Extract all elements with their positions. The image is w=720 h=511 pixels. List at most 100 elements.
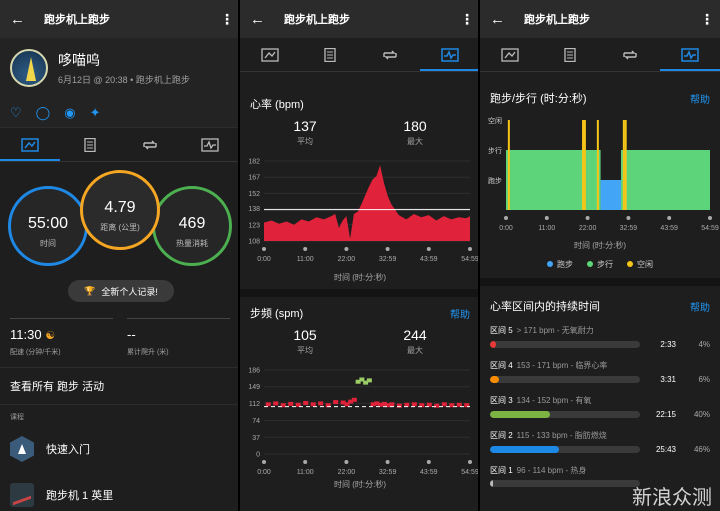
x-tick-label: 0:00 <box>499 225 513 232</box>
zones-title: 心率区间内的持续时间 <box>490 301 600 313</box>
zone-row[interactable]: 区间 5 > 171 bpm - 无氧耐力 2:33 4% <box>480 320 720 355</box>
back-arrow-icon[interactable]: ← <box>10 11 30 28</box>
zone-name: 区间 3 <box>490 396 513 405</box>
course-item[interactable]: 快速入门 <box>0 428 240 470</box>
tab-charts[interactable] <box>420 38 480 71</box>
zone-row[interactable]: 区间 3 134 - 152 bpm - 有氧 22:15 40% <box>480 390 720 425</box>
tab-laps[interactable] <box>120 128 180 161</box>
more-options-icon[interactable]: ⋮ <box>220 12 234 26</box>
zone-row[interactable]: 区间 4 153 - 171 bpm - 临界心率 3:31 6% <box>480 355 720 390</box>
zones-header: 心率区间内的持续时间 帮助 <box>480 292 720 320</box>
time-label: 时间 <box>40 239 56 248</box>
x-tick-label: 43:59 <box>420 256 438 263</box>
x-tick-dot <box>544 216 549 220</box>
x-tick-dot <box>504 216 508 220</box>
runwalk-chart-header: 跑步/步行 (时:分:秒) 帮助 <box>480 84 720 112</box>
calories-label: 热量消耗 <box>176 239 208 248</box>
x-tick-label: 54:59 <box>701 225 719 232</box>
tab-details[interactable] <box>60 128 120 161</box>
tab-summary[interactable] <box>0 128 60 161</box>
back-arrow-icon[interactable]: ← <box>250 11 270 28</box>
legend-item: 步行 <box>587 259 613 270</box>
x-tick-label: 32:59 <box>620 225 638 232</box>
x-tick-label: 0:00 <box>257 469 271 476</box>
heart-rate-chart: 108 123 138 152 167 182 0:00 11:00 22:00 32:59 43:… <box>248 159 479 264</box>
tab-laps[interactable] <box>360 38 420 71</box>
summary-tab-icon <box>261 47 279 62</box>
zone-percent: 46% <box>693 445 710 454</box>
x-tick-dot <box>667 216 672 220</box>
tab-charts[interactable] <box>660 38 720 71</box>
cadence-max-value: 244 <box>403 327 427 343</box>
hr-chart-header: 心率 (bpm) <box>240 90 480 118</box>
app-bar: ← 跑步机上跑步 ⋮ <box>480 0 720 38</box>
pace-value: 11:30 <box>10 327 42 342</box>
tab-bar <box>0 128 240 162</box>
distance-value: 4.79 <box>104 199 136 216</box>
comment-icon[interactable]: ◯ <box>36 105 51 121</box>
record-label: 全新个人记录! <box>101 286 158 297</box>
hr-area-series <box>264 165 470 241</box>
zone-name: 区间 5 <box>490 326 513 335</box>
elevation-value: -- <box>127 327 136 342</box>
y-tick-label: 74 <box>252 418 260 425</box>
zones-help-link[interactable]: 帮助 <box>690 299 710 314</box>
tab-charts[interactable] <box>180 128 240 161</box>
tab-bar <box>240 38 480 72</box>
hr-max-value: 180 <box>403 118 427 134</box>
course-item[interactable]: 跑步机 1 英里 <box>0 474 240 511</box>
calories-circle: 469 热量消耗 <box>152 186 232 266</box>
laps-tab-icon <box>383 50 397 59</box>
view-all-activities-link[interactable]: 查看所有 跑步 活动 <box>0 367 240 405</box>
zones-list: 区间 5 > 171 bpm - 无氧耐力 2:33 4% 区间 4 153 - 171 … <box>480 320 720 495</box>
course-label: 快速入门 <box>46 444 90 456</box>
x-tick-dot <box>426 460 431 464</box>
share-icon[interactable]: ✦ <box>90 105 101 121</box>
zone-bar <box>490 446 640 453</box>
cadence-summary: 105 平均 244 最大 <box>240 327 480 356</box>
cadence-point <box>303 400 309 405</box>
more-options-icon[interactable]: ⋮ <box>460 12 474 26</box>
y-category-label: 跑步 <box>488 176 502 185</box>
zone-time: 3:31 <box>660 375 676 384</box>
runwalk-panel: ← 跑步机上跑步 ⋮ 跑步/步行 (时:分:秒) 帮助 空闲 步行 跑步 0:00 11… <box>480 0 720 511</box>
tab-details[interactable] <box>300 38 360 71</box>
zone-row[interactable]: 区间 2 115 - 133 bpm - 脂肪燃烧 25:43 46% <box>480 425 720 460</box>
cadence-point <box>333 400 339 405</box>
pace-icon: ☯ <box>45 330 56 342</box>
cadence-point <box>265 402 271 407</box>
hr-summary: 137 平均 180 最大 <box>240 118 480 147</box>
avatar[interactable] <box>10 49 48 87</box>
runwalk-help-link[interactable]: 帮助 <box>690 91 710 106</box>
runwalk-segment <box>620 150 710 210</box>
distance-circle: 4.79 距离 (公里) <box>80 170 160 250</box>
runwalk-chart-title: 跑步/步行 (时:分:秒) <box>490 93 587 105</box>
zone-name: 区间 4 <box>490 361 513 370</box>
tab-details[interactable] <box>540 38 600 71</box>
camera-icon[interactable]: ◉ <box>64 105 75 121</box>
x-tick-dot <box>262 460 266 464</box>
like-icon[interactable]: ♡ <box>10 105 22 121</box>
more-options-icon[interactable]: ⋮ <box>700 12 714 26</box>
user-name: 哆喵呜 <box>58 52 100 68</box>
charts-tab-icon <box>441 47 459 62</box>
tab-summary[interactable] <box>240 38 300 71</box>
y-tick-label: 138 <box>248 206 260 213</box>
tab-summary[interactable] <box>480 38 540 71</box>
laps-tab-icon <box>143 140 157 149</box>
tab-bar <box>480 38 720 72</box>
zone-bar <box>490 376 640 383</box>
hr-chart-title: 心率 (bpm) <box>250 99 304 111</box>
details-tab-icon <box>324 47 336 62</box>
back-arrow-icon[interactable]: ← <box>490 11 510 28</box>
x-tick-dot <box>626 216 631 220</box>
runwalk-segment <box>600 180 621 210</box>
tab-laps[interactable] <box>600 38 660 71</box>
x-tick-dot <box>303 247 308 251</box>
runwalk-segment <box>506 150 601 210</box>
legend-item: 跑步 <box>547 259 573 270</box>
cadence-point <box>366 378 372 383</box>
personal-record-button[interactable]: 🏆 全新个人记录! <box>68 280 174 302</box>
y-tick-label: 152 <box>248 191 260 198</box>
cadence-help-link[interactable]: 帮助 <box>450 306 470 321</box>
